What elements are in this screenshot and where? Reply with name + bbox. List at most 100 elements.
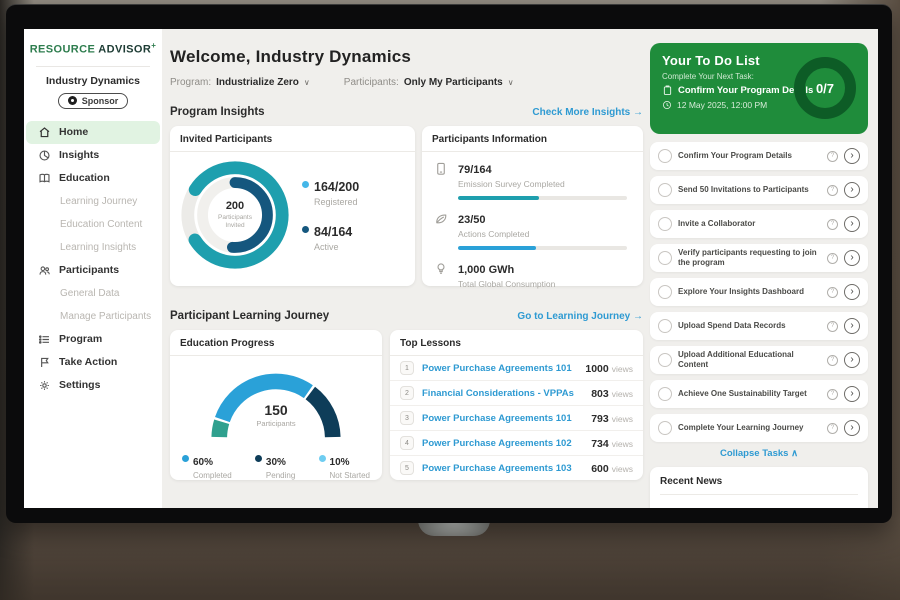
legend-item-completed: 60% Completed — [182, 452, 232, 480]
chevron-right-icon[interactable]: › — [844, 420, 860, 436]
stat-label: Emission Survey Completed — [458, 179, 565, 189]
task-row[interactable]: Send 50 Invitations to Participants ? › — [650, 176, 868, 204]
task-row[interactable]: Invite a Collaborator ? › — [650, 210, 868, 238]
todo-summary-card: Your To Do List Complete Your Next Task:… — [650, 43, 868, 134]
screen: RESOURCE ADVISOR+ Industry Dynamics Spon… — [24, 29, 878, 508]
arrow-right-icon: → — [633, 107, 643, 118]
info-icon[interactable]: ? — [827, 151, 838, 162]
sidebar-item-label: Take Action — [59, 356, 117, 368]
go-to-learning-journey-link[interactable]: Go to Learning Journey → — [517, 311, 643, 322]
task-label: Complete Your Learning Journey — [678, 419, 821, 437]
todo-progress-ring: 0/7 — [794, 57, 856, 119]
task-row[interactable]: Upload Spend Data Records ? › — [650, 312, 868, 340]
chevron-right-icon[interactable]: › — [844, 318, 860, 334]
task-checkbox[interactable] — [658, 353, 672, 367]
sidebar-item-education-content[interactable]: Education Content — [24, 213, 162, 236]
collapse-tasks-link[interactable]: Collapse Tasks ∧ — [650, 448, 868, 459]
sidebar-item-settings[interactable]: Settings — [24, 374, 162, 397]
task-checkbox[interactable] — [658, 149, 672, 163]
lesson-link[interactable]: Power Purchase Agreements 101 — [422, 413, 591, 424]
sidebar-item-manage-participants[interactable]: Manage Participants — [24, 305, 162, 328]
task-row[interactable]: Confirm Your Program Details ? › — [650, 142, 868, 170]
chevron-right-icon[interactable]: › — [844, 284, 860, 300]
sidebar-item-learning-insights[interactable]: Learning Insights — [24, 236, 162, 259]
learning-journey-header: Participant Learning Journey Go to Learn… — [170, 310, 643, 322]
info-icon[interactable]: ? — [827, 185, 838, 196]
gauge-center-caption: Participants — [170, 419, 382, 428]
stat-row: 1,000 GWh Total Global Consumption — [434, 260, 631, 289]
check-more-insights-link[interactable]: Check More Insights → — [532, 107, 643, 118]
sidebar-item-learning-journey[interactable]: Learning Journey — [24, 190, 162, 213]
task-row[interactable]: Complete Your Learning Journey ? › — [650, 414, 868, 442]
chevron-right-icon[interactable]: › — [844, 148, 860, 164]
sidebar-item-participants[interactable]: Participants — [24, 259, 162, 282]
lesson-link[interactable]: Power Purchase Agreements 102 — [422, 438, 591, 449]
sponsor-badge: Sponsor — [58, 93, 129, 109]
task-label: Send 50 Invitations to Participants — [678, 181, 821, 199]
legend-dot — [182, 455, 189, 462]
progress-bar-track — [458, 196, 627, 200]
lesson-link[interactable]: Financial Considerations - VPPAs — [422, 388, 591, 399]
task-checkbox[interactable] — [658, 183, 672, 197]
legend-item-pending: 30% Pending — [255, 452, 295, 480]
task-row[interactable]: Verify participants requesting to join t… — [650, 244, 868, 272]
lesson-views-suffix: views — [612, 464, 633, 474]
chevron-right-icon[interactable]: › — [844, 352, 860, 368]
todo-panel: Your To Do List Complete Your Next Task:… — [650, 29, 868, 508]
sidebar-item-take-action[interactable]: Take Action — [24, 351, 162, 374]
actions-icon — [434, 210, 448, 239]
program-filter[interactable]: Program: Industrialize Zero ∨ — [170, 77, 310, 88]
sidebar-item-label: Participants — [59, 264, 119, 276]
chevron-right-icon[interactable]: › — [844, 216, 860, 232]
participants-filter-label: Participants: — [344, 77, 399, 88]
info-icon[interactable]: ? — [827, 219, 838, 230]
task-checkbox[interactable] — [658, 217, 672, 231]
participants-info-body: 79/164 Emission Survey Completed 23/50 A… — [422, 152, 643, 301]
sidebar-item-insights[interactable]: Insights — [24, 144, 162, 167]
recent-news-title: Recent News — [660, 476, 858, 495]
lesson-link[interactable]: Power Purchase Agreements 103 — [422, 463, 591, 474]
info-icon[interactable]: ? — [827, 423, 838, 434]
task-checkbox[interactable] — [658, 387, 672, 401]
org-name: Industry Dynamics — [24, 75, 162, 87]
info-icon[interactable]: ? — [827, 355, 838, 366]
chevron-right-icon[interactable]: › — [844, 182, 860, 198]
chevron-down-icon[interactable]: ∨ — [304, 78, 310, 87]
collapse-label: Collapse Tasks — [720, 448, 788, 459]
education-progress-card: Education Progress 150 Participants 60% … — [170, 330, 382, 480]
task-checkbox[interactable] — [658, 421, 672, 435]
info-icon[interactable]: ? — [827, 287, 838, 298]
link-label: Go to Learning Journey — [517, 311, 630, 322]
sidebar-item-general-data[interactable]: General Data — [24, 282, 162, 305]
sidebar-item-education[interactable]: Education — [24, 167, 162, 190]
stat-row: 79/164 Emission Survey Completed — [434, 160, 631, 189]
task-checkbox[interactable] — [658, 319, 672, 333]
info-icon[interactable]: ? — [827, 253, 838, 264]
lesson-rank: 3 — [400, 411, 414, 425]
lesson-row: 2 Financial Considerations - VPPAs 803vi… — [390, 381, 643, 406]
participants-filter[interactable]: Participants: Only My Participants ∨ — [344, 77, 514, 88]
task-row[interactable]: Upload Additional Educational Content ? … — [650, 346, 868, 374]
task-row[interactable]: Achieve One Sustainability Target ? › — [650, 380, 868, 408]
task-row[interactable]: Explore Your Insights Dashboard ? › — [650, 278, 868, 306]
sponsor-icon — [68, 96, 77, 105]
task-checkbox[interactable] — [658, 251, 672, 265]
learning-cards-row: Education Progress 150 Participants 60% … — [170, 330, 643, 486]
link-label: Check More Insights — [532, 107, 630, 118]
sidebar-item-program[interactable]: Program — [24, 328, 162, 351]
chevron-right-icon[interactable]: › — [844, 386, 860, 402]
task-checkbox[interactable] — [658, 285, 672, 299]
chevron-right-icon[interactable]: › — [844, 250, 860, 266]
legend-value: 84/164 — [314, 225, 352, 239]
chevron-down-icon[interactable]: ∨ — [508, 78, 514, 87]
sidebar-item-home[interactable]: Home — [26, 121, 160, 144]
donut-center-value: 200 — [226, 200, 244, 212]
lesson-views-suffix: views — [612, 364, 633, 374]
info-icon[interactable]: ? — [827, 321, 838, 332]
home-icon — [38, 126, 51, 139]
program-filter-label: Program: — [170, 77, 211, 88]
stat-label: Total Global Consumption — [458, 279, 555, 289]
lesson-link[interactable]: Power Purchase Agreements 101 — [422, 363, 585, 374]
sponsor-label: Sponsor — [82, 96, 119, 106]
info-icon[interactable]: ? — [827, 389, 838, 400]
